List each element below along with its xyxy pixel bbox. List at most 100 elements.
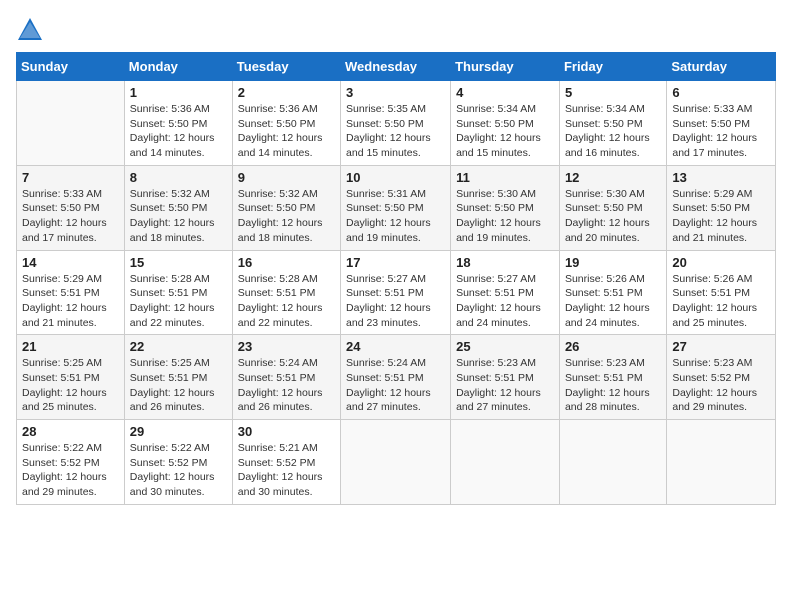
day-number: 6 xyxy=(672,85,770,100)
calendar-cell: 23 Sunrise: 5:24 AM Sunset: 5:51 PM Dayli… xyxy=(232,335,340,420)
day-info: Sunrise: 5:30 AM Sunset: 5:50 PM Dayligh… xyxy=(456,187,554,246)
calendar-cell xyxy=(559,420,666,505)
calendar-cell: 22 Sunrise: 5:25 AM Sunset: 5:51 PM Dayli… xyxy=(124,335,232,420)
day-number: 2 xyxy=(238,85,335,100)
calendar-week-row: 14Sunrise: 5:29 AM Sunset: 5:51 PM Dayli… xyxy=(17,250,776,335)
column-header-thursday: Thursday xyxy=(451,53,560,81)
calendar-cell: 9 Sunrise: 5:32 AM Sunset: 5:50 PM Daylig… xyxy=(232,165,340,250)
day-info: Sunrise: 5:23 AM Sunset: 5:51 PM Dayligh… xyxy=(456,356,554,415)
calendar-cell: 7 Sunrise: 5:33 AM Sunset: 5:50 PM Daylig… xyxy=(17,165,125,250)
day-number: 11 xyxy=(456,170,554,185)
day-number: 20 xyxy=(672,255,770,270)
day-info: Sunrise: 5:28 AM Sunset: 5:51 PM Dayligh… xyxy=(130,272,227,331)
day-number: 17 xyxy=(346,255,445,270)
calendar-header-row: SundayMondayTuesdayWednesdayThursdayFrid… xyxy=(17,53,776,81)
calendar-cell: 29 Sunrise: 5:22 AM Sunset: 5:52 PM Dayli… xyxy=(124,420,232,505)
day-info: Sunrise: 5:28 AM Sunset: 5:51 PM Dayligh… xyxy=(238,272,335,331)
day-info: Sunrise: 5:32 AM Sunset: 5:50 PM Dayligh… xyxy=(130,187,227,246)
day-number: 28 xyxy=(22,424,119,439)
calendar-cell: 27 Sunrise: 5:23 AM Sunset: 5:52 PM Dayli… xyxy=(667,335,776,420)
day-number: 16 xyxy=(238,255,335,270)
day-info: Sunrise: 5:22 AM Sunset: 5:52 PM Dayligh… xyxy=(130,441,227,500)
calendar-cell: 21 Sunrise: 5:25 AM Sunset: 5:51 PM Dayli… xyxy=(17,335,125,420)
calendar-cell xyxy=(451,420,560,505)
calendar-week-row: 1 Sunrise: 5:36 AM Sunset: 5:50 PM Daylig… xyxy=(17,81,776,166)
day-number: 22 xyxy=(130,339,227,354)
day-number: 26 xyxy=(565,339,661,354)
day-number: 13 xyxy=(672,170,770,185)
column-header-tuesday: Tuesday xyxy=(232,53,340,81)
day-number: 7 xyxy=(22,170,119,185)
calendar-cell: 15 Sunrise: 5:28 AM Sunset: 5:51 PM Dayli… xyxy=(124,250,232,335)
day-info: Sunrise: 5:29 AM Sunset: 5:51 PM Dayligh… xyxy=(22,272,119,331)
calendar-cell: 19 Sunrise: 5:26 AM Sunset: 5:51 PM Dayli… xyxy=(559,250,666,335)
calendar-cell: 17 Sunrise: 5:27 AM Sunset: 5:51 PM Dayli… xyxy=(341,250,451,335)
calendar-cell xyxy=(341,420,451,505)
day-number: 15 xyxy=(130,255,227,270)
day-number: 4 xyxy=(456,85,554,100)
day-info: Sunrise: 5:24 AM Sunset: 5:51 PM Dayligh… xyxy=(346,356,445,415)
day-info: Sunrise: 5:36 AM Sunset: 5:50 PM Dayligh… xyxy=(130,102,227,161)
day-info: Sunrise: 5:35 AM Sunset: 5:50 PM Dayligh… xyxy=(346,102,445,161)
day-info: Sunrise: 5:26 AM Sunset: 5:51 PM Dayligh… xyxy=(565,272,661,331)
day-number: 30 xyxy=(238,424,335,439)
day-info: Sunrise: 5:26 AM Sunset: 5:51 PM Dayligh… xyxy=(672,272,770,331)
day-number: 8 xyxy=(130,170,227,185)
day-info: Sunrise: 5:27 AM Sunset: 5:51 PM Dayligh… xyxy=(456,272,554,331)
day-number: 23 xyxy=(238,339,335,354)
column-header-monday: Monday xyxy=(124,53,232,81)
calendar-cell: 28 Sunrise: 5:22 AM Sunset: 5:52 PM Dayli… xyxy=(17,420,125,505)
calendar-cell: 11 Sunrise: 5:30 AM Sunset: 5:50 PM Dayli… xyxy=(451,165,560,250)
calendar-cell: 5 Sunrise: 5:34 AM Sunset: 5:50 PM Daylig… xyxy=(559,81,666,166)
calendar-cell: 26 Sunrise: 5:23 AM Sunset: 5:51 PM Dayli… xyxy=(559,335,666,420)
column-header-friday: Friday xyxy=(559,53,666,81)
day-number: 18 xyxy=(456,255,554,270)
day-number: 9 xyxy=(238,170,335,185)
day-info: Sunrise: 5:22 AM Sunset: 5:52 PM Dayligh… xyxy=(22,441,119,500)
calendar-week-row: 7 Sunrise: 5:33 AM Sunset: 5:50 PM Daylig… xyxy=(17,165,776,250)
logo-icon xyxy=(16,16,44,44)
calendar-cell: 16 Sunrise: 5:28 AM Sunset: 5:51 PM Dayli… xyxy=(232,250,340,335)
calendar-table: SundayMondayTuesdayWednesdayThursdayFrid… xyxy=(16,52,776,505)
day-info: Sunrise: 5:23 AM Sunset: 5:52 PM Dayligh… xyxy=(672,356,770,415)
day-number: 1 xyxy=(130,85,227,100)
calendar-cell: 20 Sunrise: 5:26 AM Sunset: 5:51 PM Dayli… xyxy=(667,250,776,335)
day-info: Sunrise: 5:27 AM Sunset: 5:51 PM Dayligh… xyxy=(346,272,445,331)
day-info: Sunrise: 5:36 AM Sunset: 5:50 PM Dayligh… xyxy=(238,102,335,161)
day-number: 27 xyxy=(672,339,770,354)
calendar-week-row: 21 Sunrise: 5:25 AM Sunset: 5:51 PM Dayli… xyxy=(17,335,776,420)
calendar-cell: 8 Sunrise: 5:32 AM Sunset: 5:50 PM Daylig… xyxy=(124,165,232,250)
day-number: 19 xyxy=(565,255,661,270)
calendar-cell xyxy=(17,81,125,166)
calendar-cell: 24 Sunrise: 5:24 AM Sunset: 5:51 PM Dayli… xyxy=(341,335,451,420)
day-number: 5 xyxy=(565,85,661,100)
day-info: Sunrise: 5:24 AM Sunset: 5:51 PM Dayligh… xyxy=(238,356,335,415)
day-number: 29 xyxy=(130,424,227,439)
day-info: Sunrise: 5:25 AM Sunset: 5:51 PM Dayligh… xyxy=(130,356,227,415)
day-info: Sunrise: 5:30 AM Sunset: 5:50 PM Dayligh… xyxy=(565,187,661,246)
calendar-cell: 10Sunrise: 5:31 AM Sunset: 5:50 PM Dayli… xyxy=(341,165,451,250)
column-header-saturday: Saturday xyxy=(667,53,776,81)
day-info: Sunrise: 5:21 AM Sunset: 5:52 PM Dayligh… xyxy=(238,441,335,500)
day-info: Sunrise: 5:33 AM Sunset: 5:50 PM Dayligh… xyxy=(22,187,119,246)
day-number: 12 xyxy=(565,170,661,185)
day-info: Sunrise: 5:32 AM Sunset: 5:50 PM Dayligh… xyxy=(238,187,335,246)
calendar-cell: 12 Sunrise: 5:30 AM Sunset: 5:50 PM Dayli… xyxy=(559,165,666,250)
day-info: Sunrise: 5:25 AM Sunset: 5:51 PM Dayligh… xyxy=(22,356,119,415)
calendar-week-row: 28 Sunrise: 5:22 AM Sunset: 5:52 PM Dayli… xyxy=(17,420,776,505)
calendar-cell: 6Sunrise: 5:33 AM Sunset: 5:50 PM Daylig… xyxy=(667,81,776,166)
calendar-cell: 30 Sunrise: 5:21 AM Sunset: 5:52 PM Dayli… xyxy=(232,420,340,505)
day-info: Sunrise: 5:34 AM Sunset: 5:50 PM Dayligh… xyxy=(565,102,661,161)
logo xyxy=(16,16,48,44)
calendar-cell: 14Sunrise: 5:29 AM Sunset: 5:51 PM Dayli… xyxy=(17,250,125,335)
calendar-cell xyxy=(667,420,776,505)
calendar-cell: 13Sunrise: 5:29 AM Sunset: 5:50 PM Dayli… xyxy=(667,165,776,250)
page-header xyxy=(16,16,776,44)
day-number: 3 xyxy=(346,85,445,100)
calendar-cell: 1 Sunrise: 5:36 AM Sunset: 5:50 PM Daylig… xyxy=(124,81,232,166)
day-number: 21 xyxy=(22,339,119,354)
day-number: 24 xyxy=(346,339,445,354)
calendar-cell: 4Sunrise: 5:34 AM Sunset: 5:50 PM Daylig… xyxy=(451,81,560,166)
calendar-cell: 25Sunrise: 5:23 AM Sunset: 5:51 PM Dayli… xyxy=(451,335,560,420)
day-info: Sunrise: 5:23 AM Sunset: 5:51 PM Dayligh… xyxy=(565,356,661,415)
